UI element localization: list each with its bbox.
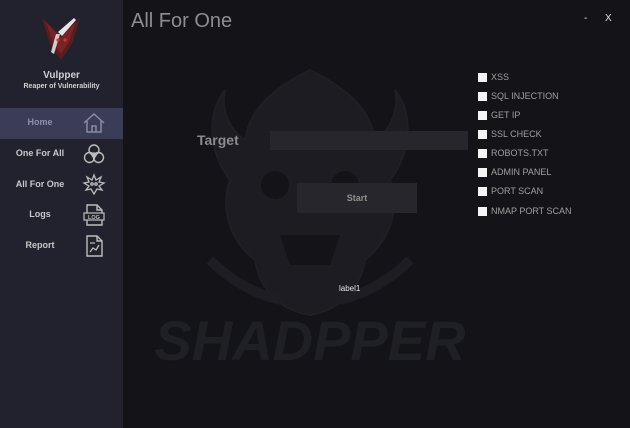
report-document-icon	[86, 235, 103, 257]
sidebar-item-all-for-one[interactable]: All For One	[0, 170, 123, 201]
checkbox[interactable]	[478, 207, 487, 216]
option-label: GET IP	[491, 110, 521, 120]
option-label: XSS	[491, 72, 510, 82]
checkbox[interactable]	[478, 111, 487, 120]
sidebar-item-label: Home	[27, 117, 53, 127]
target-label: Target	[197, 132, 239, 148]
brand-block: Vulpper Reaper of Vulnerability	[0, 0, 123, 104]
minimize-button[interactable]: -	[584, 13, 587, 24]
reaper-logo-icon	[42, 18, 80, 60]
checkbox[interactable]	[478, 73, 487, 82]
option-label: ROBOTS.TXT	[491, 148, 549, 158]
sidebar: Vulpper Reaper of Vulnerability Home One…	[0, 0, 123, 428]
checkbox[interactable]	[478, 168, 487, 177]
biohazard-icon	[83, 144, 105, 164]
close-button[interactable]: X	[605, 13, 612, 24]
sidebar-item-label: All For One	[15, 179, 65, 189]
log-file-icon: LOG	[83, 204, 105, 226]
svg-text:LOG: LOG	[88, 215, 100, 221]
status-label: label1	[339, 284, 361, 293]
start-button[interactable]: Start	[297, 183, 417, 213]
sidebar-item-one-for-all[interactable]: One For All	[0, 139, 123, 170]
sidebar-item-label: Report	[25, 240, 55, 250]
option-label: ADMIN PANEL	[491, 167, 552, 177]
target-input[interactable]	[270, 131, 468, 150]
option-label: NMAP PORT SCAN	[491, 206, 572, 216]
sidebar-item-home[interactable]: Home	[0, 108, 123, 139]
option-label: SSL CHECK	[491, 129, 542, 139]
checkbox[interactable]	[478, 130, 487, 139]
sidebar-item-logs[interactable]: Logs LOG	[0, 200, 123, 231]
sidebar-item-label: One For All	[15, 148, 65, 158]
option-label: PORT SCAN	[491, 186, 544, 196]
page-title: All For One	[131, 10, 233, 32]
sidebar-item-report[interactable]: Report	[0, 231, 123, 262]
background-skull-art: SHADPPER	[154, 68, 466, 372]
shadpper-watermark: SHADPPER	[154, 309, 466, 372]
checkbox[interactable]	[478, 92, 487, 101]
sidebar-item-label: Logs	[29, 209, 51, 219]
option-label: SQL INJECTION	[491, 91, 559, 101]
brand-name: Vulpper	[43, 70, 80, 81]
spiky-skull-icon	[82, 173, 106, 196]
checkbox[interactable]	[478, 149, 487, 158]
checkbox[interactable]	[478, 187, 487, 196]
home-icon	[83, 112, 105, 133]
brand-tagline: Reaper of Vulnerability	[23, 83, 100, 90]
